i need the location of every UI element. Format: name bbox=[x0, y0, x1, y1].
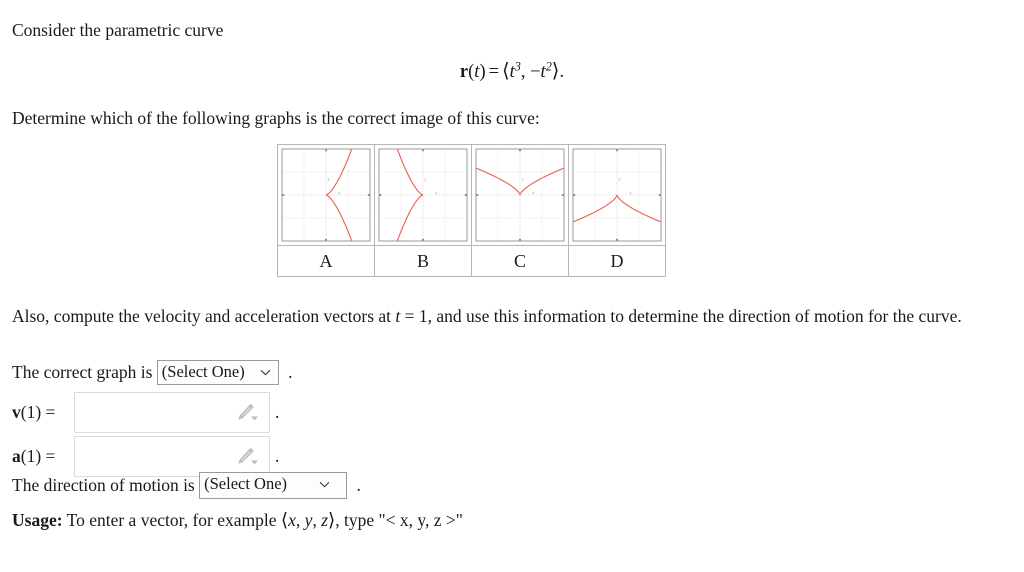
formula-equals: = bbox=[488, 62, 499, 82]
graph-cell-c[interactable]: yx bbox=[471, 144, 569, 246]
velocity-input[interactable] bbox=[74, 392, 270, 433]
graph-plots-row: yx yx yx yx bbox=[277, 144, 666, 246]
usage-text-after: , type "< x, y, z >" bbox=[335, 510, 463, 530]
svg-text:x: x bbox=[338, 190, 340, 195]
pencil-glyph bbox=[238, 403, 258, 421]
plot-a: yx bbox=[281, 148, 371, 242]
usage-vector-comma-1: , bbox=[295, 510, 305, 530]
svg-text:y: y bbox=[619, 177, 621, 182]
correct-graph-select-value: (Select One) bbox=[161, 362, 245, 381]
pencil-icon[interactable] bbox=[236, 447, 262, 467]
formula-comma: , bbox=[520, 62, 531, 82]
direction-row: The direction of motion is (Select One) … bbox=[12, 472, 361, 499]
graph-cell-b[interactable]: yx bbox=[374, 144, 472, 246]
svg-text:y: y bbox=[425, 177, 427, 182]
usage-text-before: To enter a vector, for example bbox=[62, 510, 281, 530]
graph-choices-table: yx yx yx yx A B C D bbox=[277, 144, 666, 277]
intro-line-1: Consider the parametric curve bbox=[12, 20, 224, 40]
svg-text:y: y bbox=[522, 177, 524, 182]
graph-label-c: C bbox=[471, 245, 569, 277]
instructions-math-eq: = 1 bbox=[400, 306, 428, 326]
acceleration-period: . bbox=[275, 445, 280, 466]
instructions-part-1: Also, compute the velocity and accelerat… bbox=[12, 306, 396, 326]
formula-period: . bbox=[559, 62, 565, 82]
pencil-icon[interactable] bbox=[236, 403, 262, 423]
svg-text:x: x bbox=[435, 190, 437, 195]
parametric-curve-formula: r(t) = ⟨t3, −t2⟩. bbox=[459, 59, 565, 82]
acceleration-label: a(1) = bbox=[12, 445, 74, 466]
chevron-down-icon bbox=[316, 479, 332, 490]
intro-line-2: Determine which of the following graphs … bbox=[12, 108, 540, 128]
correct-graph-label: The correct graph is bbox=[12, 361, 153, 382]
graph-label-b: B bbox=[374, 245, 472, 277]
instructions-paragraph: Also, compute the velocity and accelerat… bbox=[12, 302, 1014, 330]
velocity-label: v(1) = bbox=[12, 401, 74, 422]
direction-select-value: (Select One) bbox=[204, 474, 288, 493]
graph-label-a: A bbox=[277, 245, 375, 277]
usage-label: Usage: bbox=[12, 510, 63, 530]
velocity-row: v(1) = . bbox=[12, 392, 279, 433]
acceleration-label-arg: (1) = bbox=[20, 445, 56, 466]
velocity-label-arg: (1) = bbox=[20, 401, 56, 422]
formula-function-name: r bbox=[459, 62, 469, 82]
instructions-part-2: , and use this information to determine … bbox=[427, 306, 962, 326]
plot-d: yx bbox=[572, 148, 662, 242]
chevron-down-glyph bbox=[260, 369, 271, 376]
plot-b: yx bbox=[378, 148, 468, 242]
graph-cell-d[interactable]: yx bbox=[568, 144, 666, 246]
formula-angle-open: ⟨ bbox=[501, 61, 510, 82]
usage-line: Usage: To enter a vector, for example ⟨x… bbox=[12, 510, 463, 531]
direction-period: . bbox=[356, 474, 361, 495]
direction-label: The direction of motion is bbox=[12, 474, 195, 495]
svg-text:x: x bbox=[532, 190, 534, 195]
acceleration-label-fn: a bbox=[12, 445, 21, 466]
velocity-label-fn: v bbox=[12, 401, 21, 422]
correct-graph-select[interactable]: (Select One) bbox=[156, 360, 279, 385]
correct-graph-row: The correct graph is (Select One) . bbox=[12, 360, 293, 385]
correct-graph-period: . bbox=[288, 361, 293, 382]
graph-label-d: D bbox=[568, 245, 666, 277]
graph-cell-a[interactable]: yx bbox=[277, 144, 375, 246]
plot-c: yx bbox=[475, 148, 565, 242]
direction-select[interactable]: (Select One) bbox=[199, 472, 348, 499]
problem-page: Consider the parametric curve r(t) = ⟨t3, … bbox=[0, 0, 1024, 572]
graph-labels-row: A B C D bbox=[277, 245, 666, 277]
acceleration-row: a(1) = . bbox=[12, 436, 279, 477]
acceleration-input[interactable] bbox=[74, 436, 270, 477]
usage-vector-comma-2: , bbox=[312, 510, 322, 530]
usage-vector-z: z bbox=[321, 510, 329, 530]
pencil-glyph bbox=[238, 447, 258, 465]
svg-text:x: x bbox=[629, 190, 631, 195]
chevron-down-icon bbox=[258, 367, 274, 378]
formula-component-2-sign: − bbox=[530, 62, 541, 82]
chevron-down-glyph bbox=[319, 481, 330, 488]
svg-text:y: y bbox=[328, 177, 330, 182]
usage-vector-x: x bbox=[288, 510, 296, 530]
velocity-period: . bbox=[275, 401, 280, 422]
